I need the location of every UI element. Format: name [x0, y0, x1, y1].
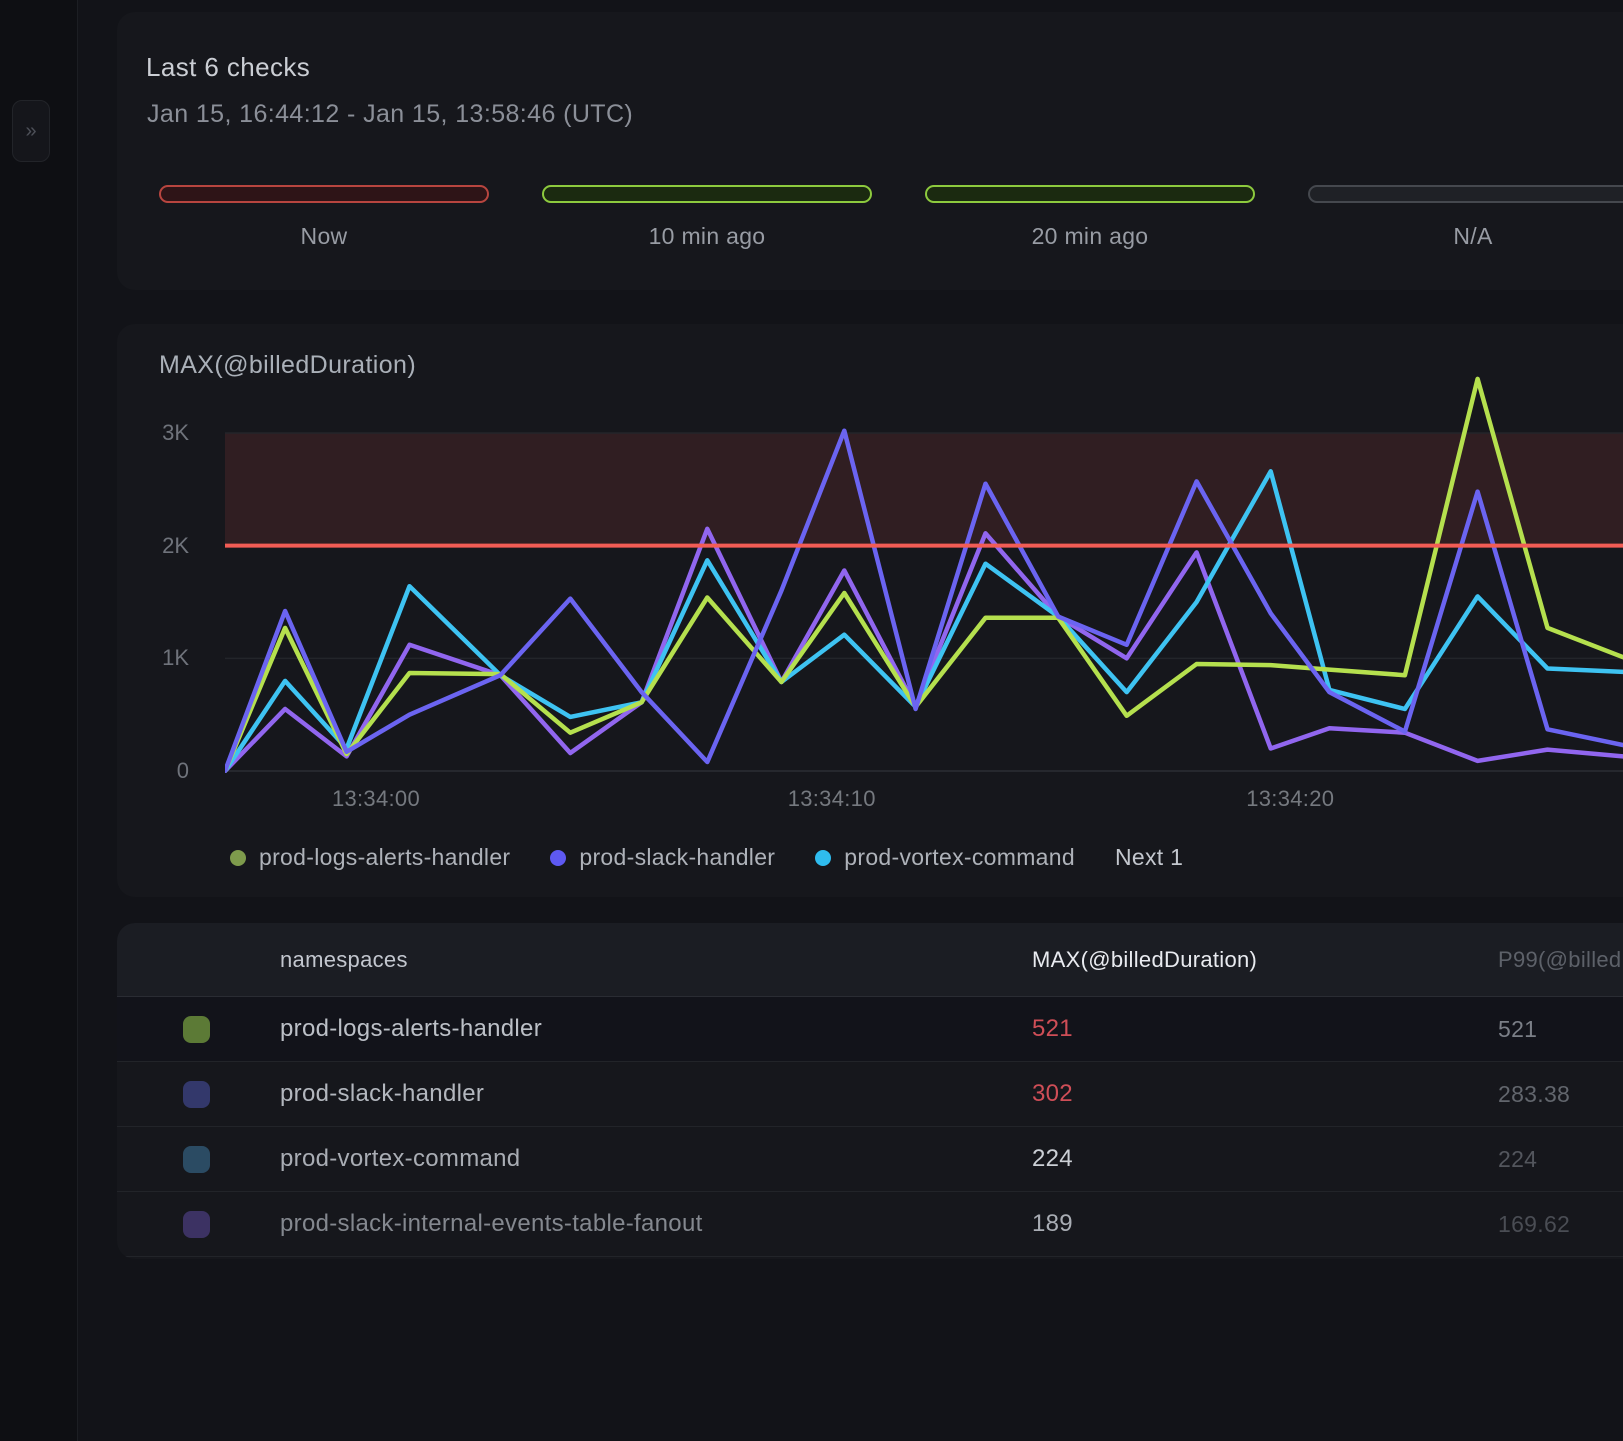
check-status-pill[interactable] [1308, 185, 1623, 203]
column-header-namespaces[interactable]: namespaces [280, 923, 408, 997]
column-header-p99-billed-duration[interactable]: P99(@billedDuration) [1498, 923, 1623, 997]
legend-next-page-button[interactable]: Next 1 [1115, 844, 1183, 871]
namespace-color-swatch [183, 1081, 210, 1108]
namespace-cell: prod-slack-handler [280, 1062, 484, 1126]
checks-summary-title: Last 6 checks [146, 52, 310, 83]
max-billed-duration-cell: 224 [1032, 1127, 1073, 1191]
max-billed-duration-cell: 302 [1032, 1062, 1073, 1126]
x-tick-label-13:34:20: 13:34:20 [1210, 786, 1370, 812]
legend-dot-icon [550, 850, 566, 866]
namespace-color-swatch [183, 1146, 210, 1173]
namespace-color-swatch [183, 1211, 210, 1238]
p99-billed-duration-cell: 283.38 [1498, 1062, 1570, 1126]
table-row-prod-logs-alerts-handler[interactable]: prod-logs-alerts-handler 521 521 [117, 997, 1623, 1062]
x-tick-label-13:34:00: 13:34:00 [296, 786, 456, 812]
max-billed-duration-cell: 521 [1032, 997, 1073, 1061]
table-body: prod-logs-alerts-handler521521prod-slack… [117, 997, 1623, 1257]
check-item-10-min-ago: 10 min ago [542, 185, 872, 250]
check-status-pill[interactable] [925, 185, 1255, 203]
p99-billed-duration-cell: 169.62 [1498, 1192, 1570, 1256]
checks-date-range: Jan 15, 16:44:12 - Jan 15, 13:58:46 (UTC… [147, 100, 633, 129]
y-tick-label-0: 0 [127, 758, 189, 784]
check-status-row: Now 10 min ago 20 min ago N/A [159, 185, 1623, 250]
billed-duration-line-chart[interactable] [225, 365, 1623, 773]
namespaces-table-card: namespaces MAX(@billedDuration) P99(@bil… [117, 923, 1623, 1259]
legend-item-prod-vortex-command[interactable]: prod-vortex-command [815, 844, 1075, 871]
billed-duration-chart-card: MAX(@billedDuration) 01K2K3K 13:34:0013:… [117, 324, 1623, 897]
legend-item-prod-logs-alerts-handler[interactable]: prod-logs-alerts-handler [230, 844, 510, 871]
check-time-label: N/A [1453, 223, 1492, 250]
p99-billed-duration-cell: 521 [1498, 997, 1537, 1061]
legend-label: prod-vortex-command [844, 844, 1075, 871]
p99-billed-duration-cell: 224 [1498, 1127, 1537, 1191]
table-row-prod-vortex-command[interactable]: prod-vortex-command 224 224 [117, 1127, 1623, 1192]
max-billed-duration-cell: 189 [1032, 1192, 1073, 1256]
x-tick-label-13:34:10: 13:34:10 [752, 786, 912, 812]
legend-dot-icon [815, 850, 831, 866]
legend-label: prod-slack-handler [579, 844, 775, 871]
column-header-max-billed-duration[interactable]: MAX(@billedDuration) [1032, 923, 1257, 997]
checks-summary-card: Last 6 checks Jan 15, 16:44:12 - Jan 15,… [117, 12, 1623, 290]
table-row-prod-slack-handler[interactable]: prod-slack-handler 302 283.38 [117, 1062, 1623, 1127]
check-item-20-min-ago: 20 min ago [925, 185, 1255, 250]
check-item-n-a: N/A [1308, 185, 1623, 250]
check-time-label: Now [301, 223, 348, 250]
threshold-band [225, 433, 1623, 546]
expand-panel-icon: » [25, 120, 36, 143]
namespace-cell: prod-logs-alerts-handler [280, 997, 542, 1061]
legend-dot-icon [230, 850, 246, 866]
table-row-prod-slack-internal-events-table-fanout[interactable]: prod-slack-internal-events-table-fanout 1… [117, 1192, 1623, 1257]
namespace-cell: prod-vortex-command [280, 1127, 520, 1191]
check-item-now: Now [159, 185, 489, 250]
check-status-pill[interactable] [159, 185, 489, 203]
check-time-label: 10 min ago [649, 223, 766, 250]
panel-toggle-button[interactable]: » [12, 100, 50, 162]
check-time-label: 20 min ago [1032, 223, 1149, 250]
legend-label: prod-logs-alerts-handler [259, 844, 510, 871]
namespace-color-swatch [183, 1016, 210, 1043]
legend-item-prod-slack-handler[interactable]: prod-slack-handler [550, 844, 775, 871]
collapsed-sidebar [0, 0, 78, 1441]
y-tick-label-3K: 3K [127, 420, 189, 446]
check-status-pill[interactable] [542, 185, 872, 203]
y-tick-label-2K: 2K [127, 533, 189, 559]
y-tick-label-1K: 1K [127, 645, 189, 671]
namespace-cell: prod-slack-internal-events-table-fanout [280, 1192, 703, 1256]
table-header-row: namespaces MAX(@billedDuration) P99(@bil… [117, 923, 1623, 997]
chart-legend: prod-logs-alerts-handler prod-slack-handl… [230, 844, 1183, 871]
